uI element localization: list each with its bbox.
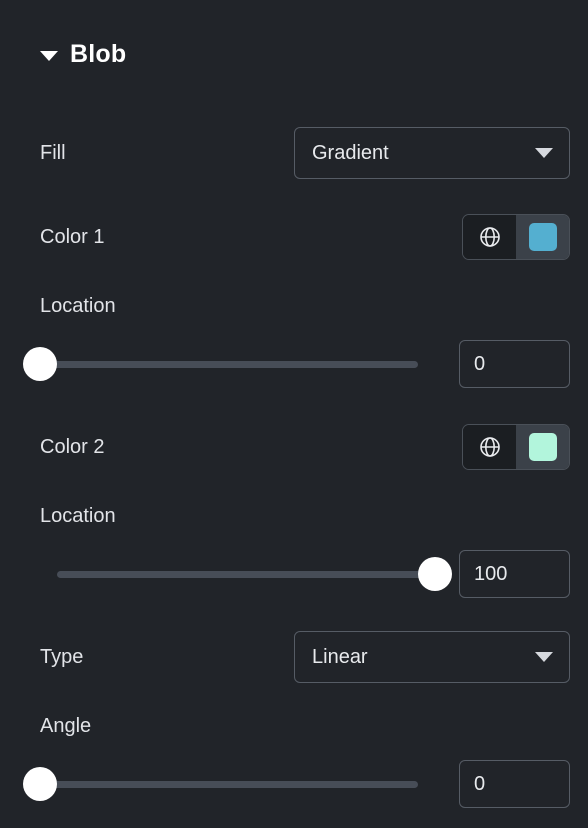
location-1-control-row [0,340,588,388]
type-label: Type [40,645,84,668]
location-1-slider[interactable] [23,347,435,381]
angle-input[interactable] [459,760,570,808]
color-1-row: Color 1 [0,214,588,260]
color-1-swatch [528,223,557,251]
location-1-label: Location [40,294,116,317]
location-2-label: Location [40,504,116,527]
color-2-swatch [528,433,557,461]
type-row: Type Linear [0,631,588,683]
angle-slider-thumb[interactable] [23,767,57,801]
globe-icon [479,437,500,457]
blob-properties-panel: Blob Fill Gradient Color 1 Location 0 Co… [0,0,588,828]
location-2-input[interactable] [459,550,570,598]
fill-label: Fill [40,141,66,164]
location-2-slider[interactable] [40,557,452,591]
fill-row: Fill Gradient [0,127,588,179]
color-2-row: Color 2 [0,424,588,470]
type-dropdown[interactable]: Linear [294,631,570,683]
location-1-slider-track[interactable] [40,360,418,368]
color-2-label: Color 2 [40,435,105,458]
color-2-swatch-button[interactable] [516,425,569,469]
color-1-label: Color 1 [40,225,105,248]
color-1-swatch-button[interactable] [516,215,569,259]
location-1-label-row: Location [0,292,588,320]
fill-dropdown[interactable]: Gradient [294,127,570,179]
color-2-control [462,424,570,470]
location-2-label-row: Location [0,502,588,530]
location-1-slider-thumb[interactable] [23,347,57,381]
location-2-slider-track[interactable] [57,570,435,578]
chevron-down-icon [535,148,553,158]
location-2-slider-thumb[interactable] [418,557,452,591]
section-header-blob[interactable]: Blob [40,40,126,69]
angle-control-row [0,760,588,808]
triangle-down-icon[interactable] [40,50,58,61]
location-1-input[interactable] [459,340,570,388]
angle-label: Angle [40,714,92,737]
page-title: Blob [70,40,127,68]
globe-icon [479,227,500,247]
color-2-globe-button[interactable] [463,425,516,469]
fill-dropdown-value: Gradient [312,141,389,164]
type-dropdown-value: Linear [312,645,368,668]
angle-slider-track[interactable] [40,780,418,788]
chevron-down-icon [535,652,553,662]
color-1-globe-button[interactable] [463,215,516,259]
color-1-control [462,214,570,260]
angle-slider[interactable] [23,767,435,801]
location-2-control-row [0,550,588,598]
angle-label-row: Angle [0,712,588,740]
